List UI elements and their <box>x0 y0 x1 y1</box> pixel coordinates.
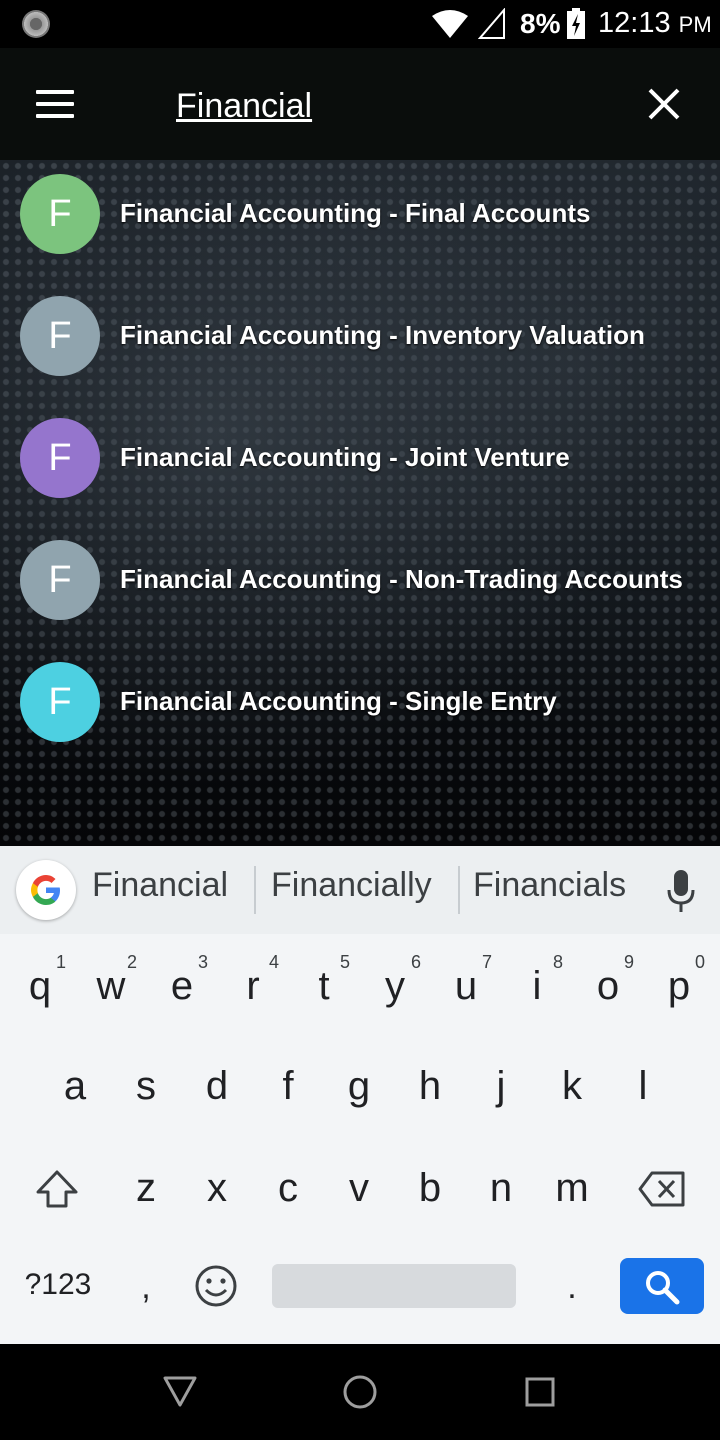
key-label: o <box>596 964 620 1008</box>
suggestion-1[interactable]: Financial <box>92 866 228 905</box>
search-input[interactable] <box>176 82 596 130</box>
avatar: F <box>20 540 100 620</box>
home-icon[interactable] <box>342 1374 378 1410</box>
clock-ampm: PM <box>678 12 712 37</box>
close-icon[interactable] <box>644 84 684 124</box>
result-item[interactable]: F Financial Accounting - Inventory Valua… <box>0 282 720 382</box>
result-title: Financial Accounting - Inventory Valuati… <box>120 320 645 350</box>
key-b[interactable]: b <box>400 1166 460 1211</box>
result-item[interactable]: F Financial Accounting - Single Entry <box>0 648 720 748</box>
suggestion-3[interactable]: Financials <box>473 866 626 905</box>
key-hint: 4 <box>269 952 280 972</box>
key-m[interactable]: m <box>542 1166 602 1211</box>
suggestion-divider <box>254 866 256 914</box>
key-t[interactable]: t5 <box>294 952 354 1009</box>
signal-icon <box>478 8 505 39</box>
battery-icon <box>567 8 585 39</box>
mic-icon[interactable] <box>666 870 696 914</box>
suggestion-divider <box>458 866 460 914</box>
key-f[interactable]: f <box>258 1064 318 1109</box>
space-key[interactable] <box>272 1264 516 1308</box>
key-x[interactable]: x <box>187 1166 247 1211</box>
wifi-icon <box>432 10 468 38</box>
key-hint: 5 <box>340 952 351 972</box>
key-q[interactable]: q1 <box>10 952 70 1009</box>
emoji-icon[interactable] <box>194 1264 238 1308</box>
menu-icon[interactable] <box>36 90 76 118</box>
key-label: p <box>667 964 691 1008</box>
key-hint: 7 <box>482 952 493 972</box>
key-label: q <box>28 964 52 1008</box>
suggestion-2[interactable]: Financially <box>271 866 432 905</box>
key-n[interactable]: n <box>471 1166 531 1211</box>
key-k[interactable]: k <box>542 1064 602 1109</box>
key-i[interactable]: i8 <box>507 952 567 1009</box>
key-hint: 1 <box>56 952 67 972</box>
key-label: y <box>385 964 405 1008</box>
key-o[interactable]: o9 <box>578 952 638 1009</box>
key-j[interactable]: j <box>471 1064 531 1109</box>
key-hint: 8 <box>553 952 564 972</box>
keyboard: q1 w2 e3 r4 t5 y6 u7 i8 o9 p0 a s d f g … <box>0 934 720 1344</box>
avatar: F <box>20 174 100 254</box>
key-hint: 6 <box>411 952 422 972</box>
key-h[interactable]: h <box>400 1064 460 1109</box>
key-s[interactable]: s <box>116 1064 176 1109</box>
sync-icon <box>22 10 50 38</box>
shift-icon[interactable] <box>34 1168 80 1212</box>
avatar: F <box>20 662 100 742</box>
battery-percent: 8% <box>520 8 561 39</box>
comma-key[interactable]: , <box>116 1268 176 1307</box>
key-label: u <box>454 964 478 1008</box>
key-l[interactable]: l <box>613 1064 673 1109</box>
result-title: Financial Accounting - Final Accounts <box>120 198 591 228</box>
suggestion-strip: Financial Financially Financials <box>0 846 720 934</box>
navigation-bar <box>0 1344 720 1440</box>
backspace-icon[interactable] <box>638 1170 686 1208</box>
key-a[interactable]: a <box>45 1064 105 1109</box>
status-bar: 8% 12:13 PM <box>0 0 720 48</box>
key-label: i <box>532 964 542 1008</box>
key-label: r <box>246 964 260 1008</box>
key-label: t <box>318 964 330 1008</box>
search-key[interactable] <box>620 1258 704 1314</box>
search-results: F Financial Accounting - Final Accounts … <box>0 160 720 846</box>
key-label: e <box>170 964 194 1008</box>
result-item[interactable]: F Financial Accounting - Final Accounts <box>0 160 720 260</box>
key-p[interactable]: p0 <box>649 952 709 1009</box>
result-item[interactable]: F Financial Accounting - Joint Venture <box>0 404 720 504</box>
symbols-key[interactable]: ?123 <box>18 1268 98 1302</box>
key-v[interactable]: v <box>329 1166 389 1211</box>
key-hint: 0 <box>695 952 706 972</box>
google-icon[interactable] <box>16 860 76 920</box>
key-hint: 9 <box>624 952 635 972</box>
result-title: Financial Accounting - Single Entry <box>120 686 557 716</box>
key-r[interactable]: r4 <box>223 952 283 1009</box>
key-d[interactable]: d <box>187 1064 247 1109</box>
app-bar <box>0 48 720 160</box>
result-title: Financial Accounting - Non-Trading Accou… <box>120 564 683 594</box>
avatar: F <box>20 418 100 498</box>
key-w[interactable]: w2 <box>81 952 141 1009</box>
key-label: w <box>96 964 126 1008</box>
result-title: Financial Accounting - Joint Venture <box>120 442 570 472</box>
avatar: F <box>20 296 100 376</box>
key-u[interactable]: u7 <box>436 952 496 1009</box>
key-g[interactable]: g <box>329 1064 389 1109</box>
key-z[interactable]: z <box>116 1166 176 1211</box>
key-c[interactable]: c <box>258 1166 318 1211</box>
back-icon[interactable] <box>162 1374 198 1408</box>
result-item[interactable]: F Financial Accounting - Non-Trading Acc… <box>0 526 720 626</box>
key-hint: 3 <box>198 952 209 972</box>
search-icon <box>646 1271 680 1305</box>
key-y[interactable]: y6 <box>365 952 425 1009</box>
key-e[interactable]: e3 <box>152 952 212 1009</box>
key-hint: 2 <box>127 952 138 972</box>
clock: 12:13 PM <box>598 7 712 40</box>
period-key[interactable]: . <box>542 1268 602 1307</box>
recents-icon[interactable] <box>524 1376 556 1408</box>
clock-time: 12:13 <box>598 7 671 39</box>
